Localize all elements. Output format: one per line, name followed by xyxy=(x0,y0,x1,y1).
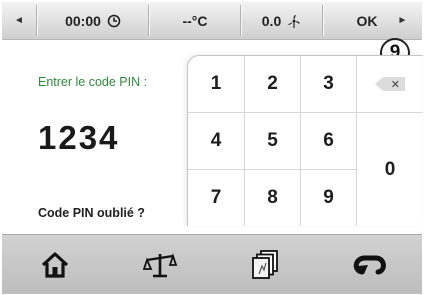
ok-button[interactable]: OK ► xyxy=(324,2,422,39)
wind-display: 0.0 xyxy=(242,2,322,39)
forgot-pin-link[interactable]: Code PIN oublié ? xyxy=(38,206,145,220)
prev-arrow-button[interactable]: ◄ xyxy=(2,2,36,39)
pages-button[interactable] xyxy=(212,235,317,294)
scale-button[interactable] xyxy=(107,235,212,294)
key-3[interactable]: 3 xyxy=(301,56,357,113)
backspace-icon: ✕ xyxy=(375,77,405,91)
status-bar: ◄ 00:00 --°C 0.0 OK ► xyxy=(2,2,422,40)
temperature-value: --°C xyxy=(182,12,208,29)
delete-button[interactable]: ✕ xyxy=(357,56,423,113)
pin-screen: ◄ 00:00 --°C 0.0 OK ► 9 Entrer le code P… xyxy=(2,2,423,294)
temperature-display: --°C xyxy=(150,2,240,39)
key-1[interactable]: 1 xyxy=(188,56,245,113)
home-button[interactable] xyxy=(2,235,107,294)
fan-icon xyxy=(288,14,300,28)
wind-value: 0.0 xyxy=(261,12,282,29)
key-7[interactable]: 7 xyxy=(188,170,245,226)
key-9[interactable]: 9 xyxy=(301,170,357,226)
pin-prompt: Entrer le code PIN : xyxy=(38,75,148,89)
balance-icon xyxy=(142,252,177,277)
home-icon xyxy=(41,251,68,278)
clock-icon xyxy=(107,14,121,27)
time-value: 00:00 xyxy=(65,12,101,29)
key-0[interactable]: 0 xyxy=(357,113,423,226)
right-arrow-icon: ► xyxy=(397,15,408,26)
key-8[interactable]: 8 xyxy=(245,170,301,226)
bottom-nav xyxy=(2,234,422,294)
return-icon xyxy=(353,255,386,274)
back-button[interactable] xyxy=(317,235,422,294)
numeric-keypad: 1 2 3 ✕ 4 5 6 0 7 8 9 xyxy=(187,55,423,226)
ok-label: OK xyxy=(356,12,378,29)
left-arrow-icon: ◄ xyxy=(14,15,24,26)
pin-value: 1234 xyxy=(38,119,120,156)
clock-display: 00:00 xyxy=(38,2,148,39)
key-2[interactable]: 2 xyxy=(245,56,301,113)
pages-icon xyxy=(251,249,278,279)
delete-glyph: ✕ xyxy=(390,78,400,91)
key-4[interactable]: 4 xyxy=(188,113,245,170)
key-6[interactable]: 6 xyxy=(301,113,357,170)
key-5[interactable]: 5 xyxy=(245,113,301,170)
